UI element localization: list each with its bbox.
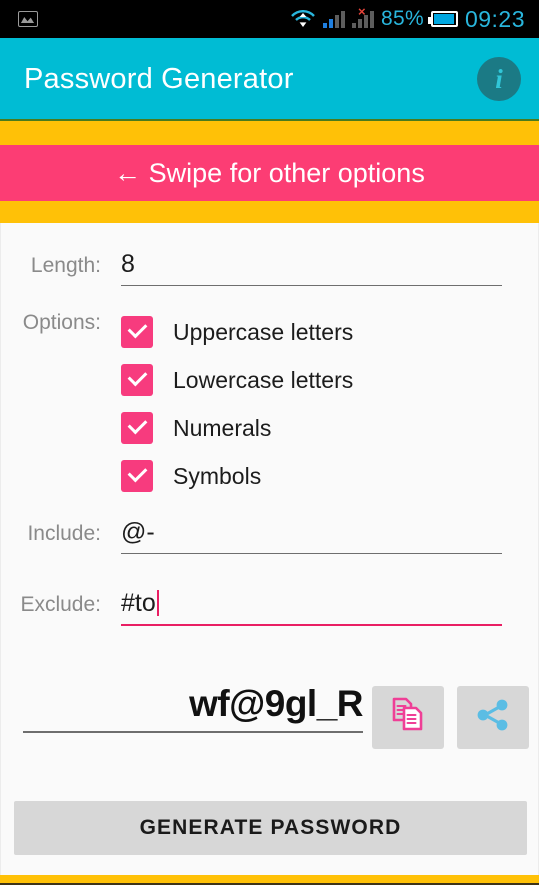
option-label: Numerals [173, 414, 272, 441]
photo-icon [18, 11, 38, 27]
password-result-row: wf@9gl_R [1, 683, 538, 763]
exclude-value: #to [121, 589, 156, 617]
options-list: Uppercase letters Lowercase letters Nume… [121, 308, 538, 500]
share-icon [475, 698, 511, 737]
generated-password-field[interactable]: wf@9gl_R [23, 683, 363, 733]
generated-password: wf@9gl_R [189, 683, 363, 724]
include-input[interactable]: @- [121, 518, 502, 554]
form-content: Length: 8 Options: Uppercase letters Low… [0, 223, 539, 875]
signal-bars-no-service-icon: × [352, 5, 374, 28]
include-row: Include: @- [1, 518, 538, 554]
wifi-icon [290, 9, 316, 29]
band-yellow-bottom [0, 875, 539, 883]
status-bar-right: × 85% 09:23 [290, 5, 539, 33]
battery-percent: 85% [381, 7, 424, 30]
option-uppercase[interactable]: Uppercase letters [121, 308, 538, 356]
checkbox-checked-icon[interactable] [121, 412, 153, 444]
app-bar: Password Generator i [0, 38, 539, 120]
signal-bars-icon [323, 10, 345, 28]
exclude-label: Exclude: [20, 593, 101, 616]
status-bar: × 85% 09:23 [0, 0, 539, 38]
checkbox-checked-icon[interactable] [121, 364, 153, 396]
checkbox-checked-icon[interactable] [121, 460, 153, 492]
option-symbols[interactable]: Symbols [121, 452, 538, 500]
option-label: Symbols [173, 462, 262, 489]
length-value: 8 [121, 250, 135, 278]
include-value: @- [121, 518, 155, 546]
text-cursor [156, 590, 160, 616]
battery-icon [427, 11, 458, 27]
page-title: Password Generator [24, 62, 294, 95]
generate-password-button[interactable]: GENERATE PASSWORD [14, 801, 527, 855]
info-icon[interactable]: i [477, 57, 521, 101]
band-yellow-middle [0, 201, 539, 223]
option-label: Lowercase letters [173, 366, 354, 393]
swipe-banner[interactable]: ← Swipe for other options [0, 145, 539, 201]
length-row: Length: 8 [1, 250, 538, 286]
option-numerals[interactable]: Numerals [121, 404, 538, 452]
share-button[interactable] [457, 686, 529, 749]
exclude-row: Exclude: #to [1, 589, 538, 626]
checkbox-checked-icon[interactable] [121, 316, 153, 348]
option-lowercase[interactable]: Lowercase letters [121, 356, 538, 404]
no-service-x-icon: × [358, 4, 366, 19]
copy-button[interactable] [372, 686, 444, 749]
length-label: Length: [30, 254, 101, 277]
exclude-input[interactable]: #to [121, 589, 502, 626]
include-label: Include: [27, 522, 101, 545]
length-input[interactable]: 8 [121, 250, 502, 286]
app-root: × 85% 09:23 Password Generator i ← Swipe… [0, 0, 539, 885]
options-label: Options: [22, 311, 101, 334]
option-label: Uppercase letters [173, 318, 354, 345]
options-group: Options: Uppercase letters Lowercase let… [1, 308, 538, 500]
status-bar-left [0, 11, 38, 27]
band-yellow-top [0, 121, 539, 145]
clock: 09:23 [464, 5, 525, 32]
copy-icon [391, 697, 425, 738]
